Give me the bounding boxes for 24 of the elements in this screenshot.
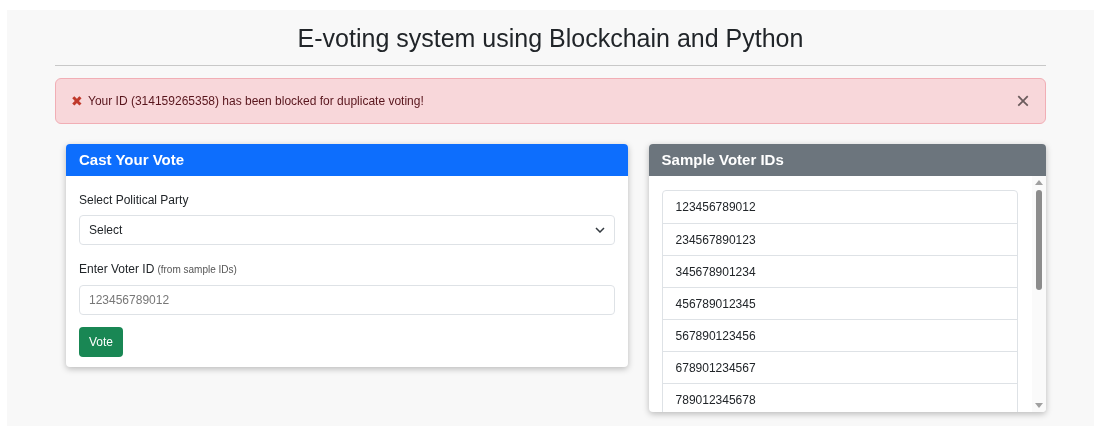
card-header: Cast Your Vote	[66, 144, 628, 176]
card-header: Sample Voter IDs	[648, 144, 1046, 176]
field-hint: (from sample IDs)	[157, 263, 237, 277]
list-item: 345678901234	[662, 255, 1017, 287]
list-item: 123456789012	[674, 199, 757, 216]
list-item: 456789012345	[662, 287, 1017, 319]
close-button[interactable]: ×	[1016, 89, 1030, 113]
error-icon: ✖	[71, 90, 83, 112]
list-item: 567890123456	[662, 319, 1017, 351]
scroll-thumb[interactable]	[1036, 190, 1042, 290]
chevron-down-icon	[594, 227, 605, 233]
vote-button[interactable]: Vote	[79, 327, 124, 357]
voter-id-field[interactable]: 123456789012	[79, 285, 615, 315]
list-item: 678901234567	[662, 351, 1017, 383]
list-item: 234567890123	[662, 223, 1017, 255]
list-item: 789012345678	[662, 383, 1017, 412]
page-title: E-voting system using Blockchain and Python	[296, 23, 805, 54]
scroll-down-icon[interactable]	[1035, 403, 1043, 408]
scrollbar[interactable]	[1032, 176, 1046, 412]
party-select[interactable]: Select	[79, 215, 615, 245]
field-label: Select Political Party	[79, 192, 190, 209]
field-label: Enter Voter ID	[79, 261, 155, 278]
alert-message: Your ID (314159265358) has been blocked for duplicate voting!	[88, 93, 424, 110]
scroll-up-icon[interactable]	[1035, 180, 1043, 185]
